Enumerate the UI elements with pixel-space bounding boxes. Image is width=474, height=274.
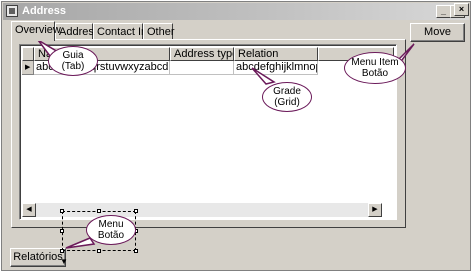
tab-overview[interactable]: Overview	[11, 21, 61, 41]
callout-text: (Grid)	[274, 97, 300, 108]
menu-pointer	[65, 237, 96, 249]
grade-pointer	[251, 67, 276, 85]
callout-text: Menu	[98, 219, 124, 230]
callout-text: Botão	[361, 68, 389, 79]
callout-pointers	[37, 39, 415, 249]
callout-menu-item-botao: Menu Item Botão	[344, 52, 406, 84]
callout-guia: Guia (Tab)	[48, 46, 98, 76]
callout-text: Botão	[97, 230, 125, 241]
callout-text: Grade	[273, 86, 301, 97]
callout-grade: Grade (Grid)	[262, 82, 312, 112]
callout-menu-botao: Menu Botão	[86, 215, 136, 245]
tab-label: Overview	[15, 24, 61, 36]
callout-text: Guia	[62, 50, 84, 61]
callout-text: Menu Item	[351, 57, 399, 68]
callout-text: (Tab)	[61, 61, 85, 72]
